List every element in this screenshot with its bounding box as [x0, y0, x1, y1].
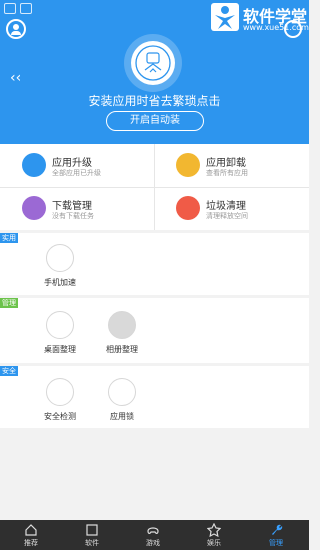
album-organize-tool[interactable]: 相册整理 — [106, 311, 138, 355]
gamepad-icon — [147, 527, 159, 534]
logo-svg — [215, 6, 235, 29]
junk-clean-card[interactable]: 垃圾清理 清理释放空间 — [154, 187, 304, 230]
desktop-organize-tool[interactable]: 桌面整理 — [44, 311, 76, 355]
tool-label: 相册整理 — [106, 345, 138, 354]
card-title: 应用卸载 — [206, 158, 246, 169]
tab-label: 管理 — [269, 539, 283, 547]
download-icon — [22, 196, 46, 220]
manage-section: 管理 桌面整理 相册整理 — [0, 298, 309, 363]
utility-section: 实用 手机加速 — [0, 233, 309, 295]
header: 软件学堂 www.xue51.com ‹‹ 安装应用时省去繁琐点击 开启自动装 — [0, 0, 309, 144]
robot-icon — [131, 41, 175, 85]
security-check-tool[interactable]: 安全检测 — [44, 378, 76, 422]
home-icon — [25, 524, 37, 536]
star-icon — [207, 523, 221, 537]
card-title: 垃圾清理 — [206, 201, 246, 212]
tab-recommend[interactable]: 推荐 — [1, 523, 61, 548]
manage-cards: 应用升级 全部应用已升级 应用卸载 查看所有应用 下载管理 没有下载任务 垃圾清… — [0, 144, 309, 230]
section-tag: 管理 — [0, 298, 18, 308]
broom-icon — [176, 196, 200, 220]
phone-speed-tool[interactable]: 手机加速 — [44, 244, 76, 288]
upgrade-icon — [22, 153, 46, 177]
speed-icon — [46, 244, 74, 272]
photo-icon — [108, 311, 136, 339]
tab-label: 游戏 — [146, 539, 160, 547]
app-uninstall-card[interactable]: 应用卸载 查看所有应用 — [154, 144, 304, 187]
card-subtitle: 全部应用已升级 — [52, 169, 101, 177]
tab-entertainment[interactable]: 娱乐 — [184, 523, 244, 548]
trash-icon — [176, 153, 200, 177]
back-icon[interactable]: ‹‹ — [10, 70, 21, 86]
app-lock-tool[interactable]: 应用锁 — [108, 378, 136, 422]
install-title: 安装应用时省去繁琐点击 — [88, 94, 221, 108]
wrench-icon — [272, 524, 283, 535]
tool-label: 安全检测 — [44, 412, 76, 421]
avatar-icon[interactable] — [6, 19, 26, 39]
install-graphic — [124, 34, 182, 92]
tab-label: 推荐 — [24, 539, 38, 547]
app-upgrade-card[interactable]: 应用升级 全部应用已升级 — [0, 144, 150, 187]
card-title: 应用升级 — [52, 158, 92, 169]
tool-label: 桌面整理 — [44, 345, 76, 354]
bottom-tab-bar: 推荐 软件 游戏 娱乐 管理 — [0, 520, 309, 550]
card-subtitle: 清理释放空间 — [206, 212, 248, 220]
download-manager-card[interactable]: 下载管理 没有下载任务 — [0, 187, 150, 230]
lock-icon — [108, 378, 136, 406]
card-title: 下载管理 — [52, 201, 92, 212]
section-tag: 安全 — [0, 366, 18, 376]
tab-games[interactable]: 游戏 — [123, 523, 183, 548]
tab-software[interactable]: 软件 — [62, 523, 122, 548]
tab-label: 软件 — [85, 539, 99, 547]
software-icon — [86, 524, 98, 536]
shield-icon — [46, 378, 74, 406]
card-subtitle: 查看所有应用 — [206, 169, 248, 177]
logo-icon — [211, 3, 239, 31]
gear-icon[interactable] — [284, 20, 302, 38]
section-tag: 实用 — [0, 233, 18, 243]
auto-install-button[interactable]: 开启自动装 — [106, 111, 204, 131]
security-section: 安全 安全检测 应用锁 — [0, 366, 309, 428]
card-subtitle: 没有下载任务 — [52, 212, 94, 220]
tool-label: 手机加速 — [44, 278, 76, 287]
tool-label: 应用锁 — [110, 412, 134, 421]
status-icons — [4, 3, 32, 14]
tab-label: 娱乐 — [207, 539, 221, 547]
tab-manage[interactable]: 管理 — [246, 523, 306, 548]
desktop-icon — [46, 311, 74, 339]
